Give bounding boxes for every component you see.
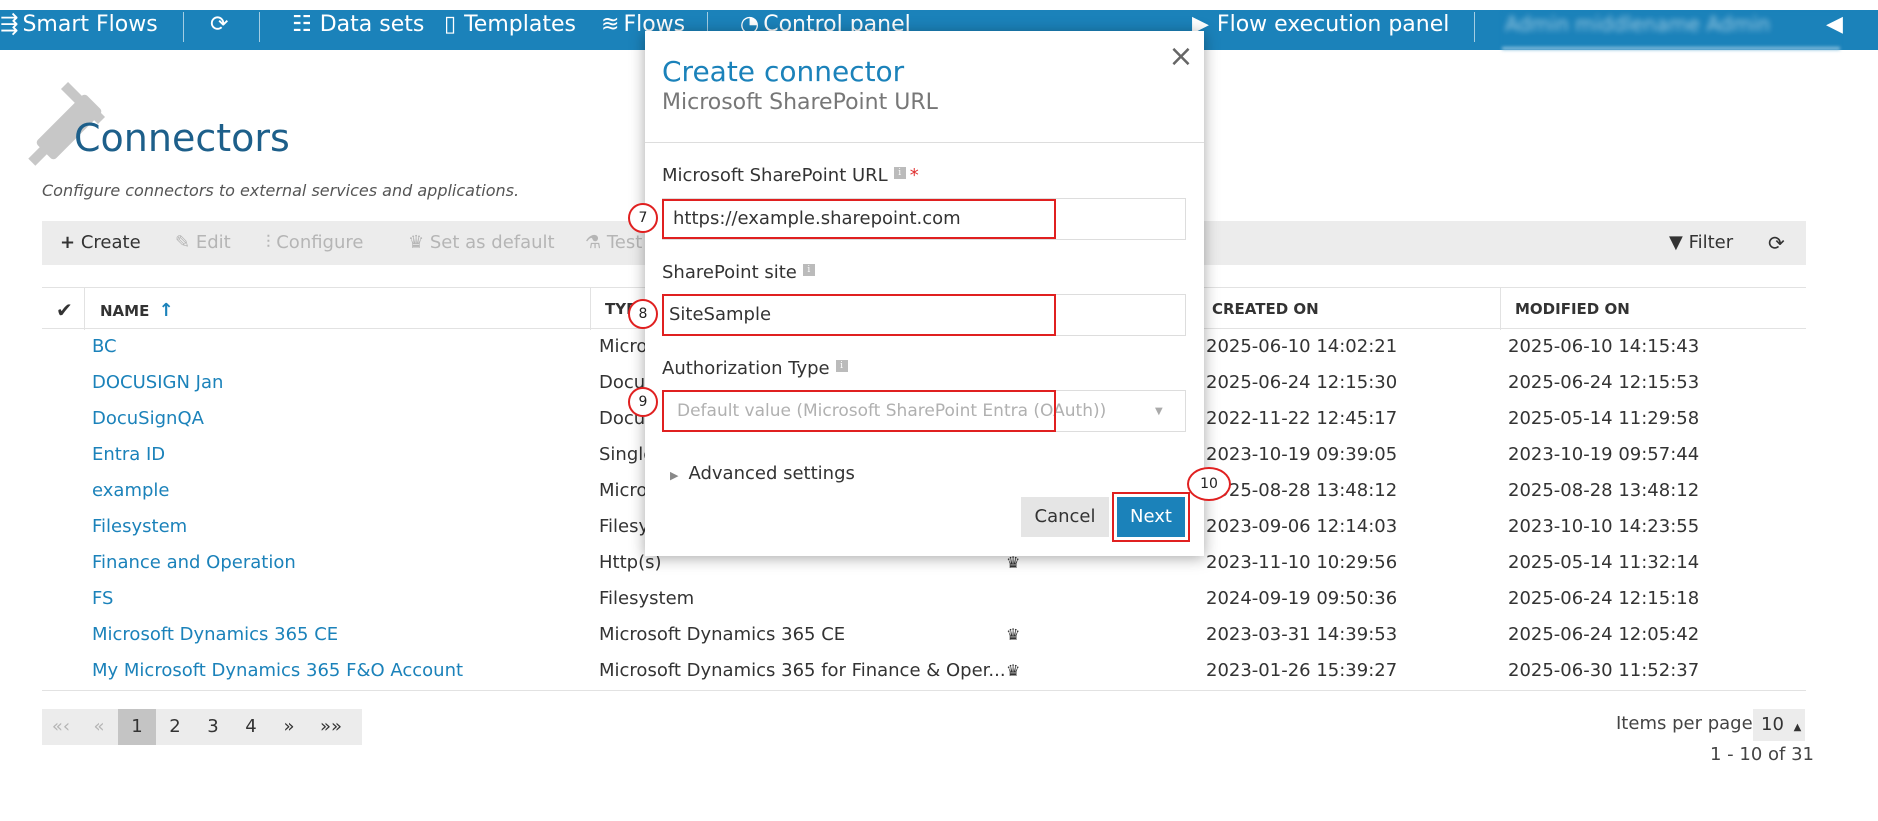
- step-badge: 10: [1187, 467, 1231, 501]
- chevron-down-icon: ▼: [1155, 406, 1163, 417]
- sharepoint-site-label-text: SharePoint site: [662, 262, 797, 283]
- step-badge: 7: [628, 203, 658, 233]
- dialog-title: Create connector: [662, 55, 905, 88]
- cancel-button[interactable]: Cancel: [1021, 497, 1109, 537]
- chevron-right-icon: ▶: [670, 469, 679, 482]
- advanced-settings-toggle[interactable]: ▶ Advanced settings: [670, 463, 855, 484]
- app-root: ⇶ Smart Flows ⟳ ☷ Data sets ▯ Templates …: [0, 0, 1878, 821]
- dialog-subtitle: Microsoft SharePoint URL: [662, 90, 938, 115]
- create-connector-dialog: Create connector Microsoft SharePoint UR…: [628, 31, 1231, 556]
- sharepoint-site-label: SharePoint site i: [662, 262, 815, 283]
- highlight-box: [662, 199, 1056, 239]
- info-icon[interactable]: i: [835, 360, 848, 372]
- authorization-type-label: Authorization Type i: [662, 358, 848, 379]
- advanced-settings-label: Advanced settings: [688, 463, 855, 484]
- info-icon[interactable]: i: [802, 264, 815, 276]
- authorization-type-label-text: Authorization Type: [662, 358, 830, 379]
- info-icon[interactable]: i: [893, 167, 906, 179]
- step-badge: 8: [628, 299, 658, 329]
- highlight-box: [662, 390, 1056, 432]
- sharepoint-url-label: Microsoft SharePoint URL i *: [662, 165, 919, 186]
- highlight-box: [662, 294, 1056, 336]
- sharepoint-url-label-text: Microsoft SharePoint URL: [662, 165, 888, 186]
- highlight-box: [1112, 492, 1190, 542]
- close-icon[interactable]: ×: [1165, 41, 1197, 73]
- required-icon: *: [909, 165, 919, 186]
- dialog-divider: [645, 142, 1204, 143]
- step-badge: 9: [628, 387, 658, 417]
